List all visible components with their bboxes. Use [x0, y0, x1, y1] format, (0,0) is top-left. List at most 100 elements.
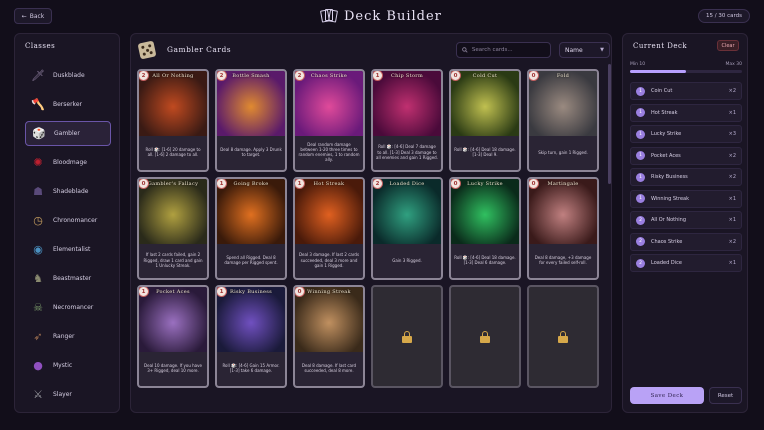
search-box[interactable]: [456, 42, 551, 58]
class-label: Duskblade: [53, 72, 85, 79]
deck-panel: Current Deck Clear Min 10 Max 30 1 Coin C…: [622, 33, 748, 413]
card[interactable]: All Or Nothing 2 Roll 🎲: [1-6] 20 damage t…: [137, 69, 209, 172]
reset-button[interactable]: Reset: [709, 387, 742, 404]
deck-item-name: Chaos Strike: [651, 238, 683, 245]
deck-list-item[interactable]: 1 Pocket Aces ×2: [630, 146, 742, 165]
card-art: [451, 71, 519, 137]
deck-title: Current Deck: [633, 42, 688, 50]
lock-icon: [480, 330, 490, 343]
cards-header: Gambler Cards Name ▼: [137, 39, 610, 61]
card-cost-badge: 1: [295, 179, 305, 189]
classes-title: Classes: [25, 42, 56, 50]
class-item-ranger[interactable]: ➶ Ranger: [25, 324, 111, 349]
class-item-mystic[interactable]: ● Mystic: [25, 353, 111, 378]
deck-item-cost: 1: [636, 129, 645, 139]
card[interactable]: Fold 0 Skip turn, gain 1 Rigged.: [527, 69, 599, 172]
arrow-left-icon: ←: [21, 12, 27, 20]
crystal-ball-icon: ●: [33, 359, 43, 372]
card-name: Cold Cut: [472, 73, 498, 79]
lock-icon: [402, 330, 412, 343]
classes-panel: Classes 🗡 Duskblade 🪓 Berserker 🎲 Gambler ✺ Blo…: [14, 33, 120, 413]
deck-count-badge: 15 / 30 cards: [697, 9, 750, 23]
card-description: Roll 🎲: [4-6] Gain 15 Armor. [1-3] take …: [222, 362, 280, 374]
deck-item-cost: 1: [636, 172, 645, 182]
card-cost-badge: 0: [529, 179, 539, 189]
sword-icon: 🗡: [31, 69, 45, 82]
deck-item-name: Lucky Strike: [651, 131, 682, 137]
card[interactable]: Martingale 0 Deal 8 damage, +3 damage for …: [527, 177, 599, 280]
back-button[interactable]: ← Back: [14, 8, 52, 24]
class-item-elementalist[interactable]: ◉ Elementalist: [25, 237, 111, 262]
card[interactable]: Pocket Aces 1 Deal 10 damage. If you have …: [137, 285, 209, 388]
card[interactable]: Risky Business 1 Roll 🎲: [4-6] Gain 15 Arm…: [215, 285, 287, 388]
card[interactable]: Lucky Strike 0 Roll 🎲: [4-6] Deal 18 damag…: [449, 177, 521, 280]
card-art: [373, 71, 441, 137]
scrollbar[interactable]: [608, 64, 611, 184]
locked-card-slot: [527, 285, 599, 388]
card-cost-badge: 0: [139, 179, 149, 189]
sort-select[interactable]: Name ▼: [559, 42, 610, 58]
card[interactable]: Cold Cut 0 Roll 🎲: [4-6] Deal 18 damage. […: [449, 69, 521, 172]
clock-icon: ◷: [33, 214, 43, 227]
card-art: [217, 179, 285, 245]
card[interactable]: Hot Streak 1 Deal 3 damage. If last 2 card…: [293, 177, 365, 280]
card-art: [295, 71, 363, 137]
card[interactable]: Bottle Smash 2 Deal 8 damage. Apply 3 Drun…: [215, 69, 287, 172]
card-cost-badge: 2: [373, 179, 383, 189]
card-name: Loaded Dice: [389, 181, 425, 187]
class-item-shadeblade[interactable]: ☗ Shadeblade: [25, 179, 111, 204]
class-item-slayer[interactable]: ⚔ Slayer: [25, 382, 111, 407]
card[interactable]: Going Broke 1 Spend all Rigged. Deal 8 dam…: [215, 177, 287, 280]
card[interactable]: Loaded Dice 2 Gain 3 Rigged.: [371, 177, 443, 280]
card-cost-badge: 0: [529, 71, 539, 81]
deck-list-item[interactable]: 1 Risky Business ×2: [630, 168, 742, 186]
class-item-bloodmage[interactable]: ✺ Bloodmage: [25, 150, 111, 175]
class-item-duskblade[interactable]: 🗡 Duskblade: [25, 63, 111, 88]
page-title: Deck Builder: [320, 5, 442, 27]
deck-list-item[interactable]: 2 All Or Nothing ×1: [630, 211, 742, 229]
class-item-gambler[interactable]: 🎲 Gambler: [25, 121, 111, 146]
deck-progress-fill: [630, 70, 686, 73]
deck-list-item[interactable]: 1 Hot Streak ×1: [630, 103, 742, 122]
deck-list-item[interactable]: 2 Loaded Dice ×1: [630, 254, 742, 272]
deck-item-cost: 1: [636, 108, 645, 117]
save-deck-button[interactable]: Save Deck: [630, 387, 704, 404]
card-name: Chip Storm: [390, 73, 423, 79]
back-label: Back: [29, 12, 45, 20]
card[interactable]: Chip Storm 1 Roll 🎲: [4-6] Deal 7 damage t…: [371, 69, 443, 172]
deck-item-quantity: ×2: [728, 88, 736, 94]
card[interactable]: Gambler's Fallacy 0 If last 2 cards failed…: [137, 177, 209, 280]
dice-icon: [137, 40, 157, 60]
card-name: Lucky Strike: [467, 181, 503, 187]
card-description: Deal 8 damage. Apply 3 Drunk to target.: [220, 146, 282, 158]
clear-button[interactable]: Clear: [717, 40, 739, 51]
card-cost-badge: 0: [451, 179, 461, 189]
class-label: Necromancer: [53, 304, 94, 311]
sort-value: Name: [565, 46, 583, 54]
wolf-icon: ♞: [33, 272, 43, 285]
card-art: [217, 71, 285, 137]
class-item-beastmaster[interactable]: ♞ Beastmaster: [25, 266, 111, 291]
deck-list-item[interactable]: 2 Chaos Strike ×2: [630, 232, 742, 251]
deck-list-item[interactable]: 1 Coin Cut ×2: [630, 82, 742, 100]
search-input[interactable]: [471, 47, 550, 53]
card-name: Winning Streak: [307, 289, 351, 295]
card[interactable]: Chaos Strike 2 Deal random damage between …: [293, 69, 365, 172]
blood-claw-icon: ✺: [33, 156, 43, 169]
card[interactable]: Winning Streak 0 Deal 8 damage. If last ca…: [293, 285, 365, 388]
class-item-chronomancer[interactable]: ◷ Chronomancer: [25, 208, 111, 233]
deck-list-item[interactable]: 1 Winning Streak ×1: [630, 189, 742, 208]
card-name: Hot Streak: [313, 181, 345, 187]
deck-list-item[interactable]: 1 Lucky Strike ×3: [630, 125, 742, 143]
deck-item-name: Coin Cut: [651, 88, 673, 94]
class-item-necromancer[interactable]: ☠ Necromancer: [25, 295, 111, 320]
deck-item-cost: 2: [636, 215, 645, 225]
deck-item-cost: 1: [636, 86, 645, 96]
card-description: Deal random damage between 1-20 three ti…: [298, 141, 360, 163]
class-label: Slayer: [53, 391, 72, 398]
card-description: Roll 🎲: [1-6] 20 damage to all. [1-6] 2 …: [145, 146, 201, 158]
cards-icon: [320, 7, 338, 25]
card-description: Deal 8 damage, +3 damage for every faile…: [534, 254, 592, 266]
class-item-berserker[interactable]: 🪓 Berserker: [25, 92, 111, 117]
card-name: Bottle Smash: [232, 73, 270, 79]
